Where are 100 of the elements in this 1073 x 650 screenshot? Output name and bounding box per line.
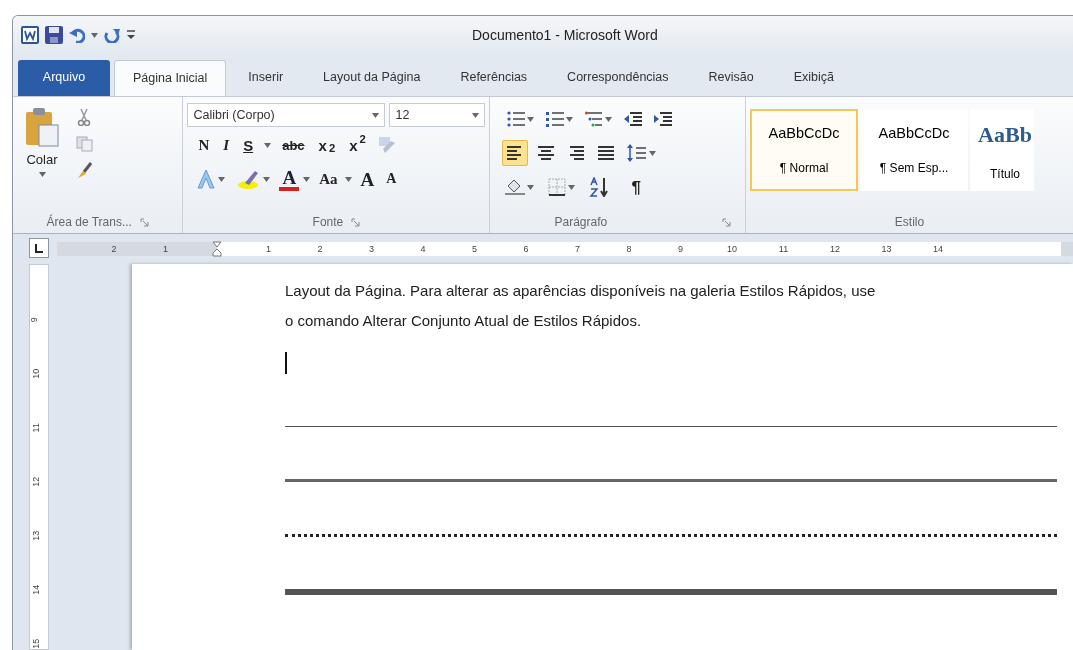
scissors-icon <box>76 108 92 126</box>
ruler-number: 1 <box>266 243 271 256</box>
group-label: Área de Trans... <box>46 213 132 231</box>
sort-icon <box>589 177 610 197</box>
ribbon-tab[interactable]: Revisão <box>690 60 772 96</box>
caret-icon <box>605 116 613 122</box>
ruler-number: 6 <box>523 243 529 256</box>
show-marks-button[interactable]: ¶ <box>628 177 644 197</box>
style-gallery-item[interactable]: AaBbCcDc ¶ Sem Esp... <box>860 109 969 191</box>
caret-icon <box>649 150 657 156</box>
word-logo-icon <box>21 26 39 44</box>
ribbon-tab[interactable]: Exibiçã <box>775 60 853 96</box>
align-right-icon <box>568 145 585 161</box>
ruler-number: 11 <box>29 423 42 433</box>
ruler-number: 4 <box>420 243 426 256</box>
ruler-number: 9 <box>27 317 40 323</box>
indent-marker-icon[interactable] <box>212 241 222 257</box>
ruler-number: 1 <box>163 243 168 256</box>
paint-bucket-icon <box>505 178 526 196</box>
font-color-button[interactable]: A <box>279 167 300 191</box>
caret-icon <box>303 176 311 182</box>
dialog-launcher-icon[interactable] <box>722 217 732 227</box>
ruler-number: 5 <box>472 243 477 256</box>
ruler-number: 7 <box>575 243 580 256</box>
underline-button[interactable]: S <box>240 136 257 154</box>
caret-icon <box>38 172 46 177</box>
borders-grid-icon <box>548 178 567 196</box>
window-title: Documento1 - Microsoft Word <box>472 25 658 45</box>
copy-icon <box>76 136 94 152</box>
ruler-number: 15 <box>30 638 43 649</box>
ruler-number: 13 <box>881 243 892 256</box>
font-size-field[interactable]: 12 <box>389 103 486 127</box>
multilevel-list-icon <box>585 110 604 128</box>
grow-font-button[interactable]: A <box>357 168 378 190</box>
tab-stop-icon <box>34 243 44 253</box>
undo-icon[interactable] <box>69 27 85 43</box>
letter-glow-icon <box>196 169 217 189</box>
caret-icon <box>527 184 535 190</box>
caret-icon <box>568 184 576 190</box>
dialog-launcher-icon[interactable] <box>351 217 361 227</box>
caret-icon <box>372 112 380 118</box>
numbered-list-icon <box>546 110 565 128</box>
font-name-field[interactable]: Calibri (Corpo) <box>187 103 386 127</box>
document-paragraph: Layout da Página. Para alterar as aparências disponíveis na galeria Estilos Rápidos, use o comando Alterar Conjunto Atual de Estilos Rápidos. <box>285 281 877 331</box>
caret-icon <box>91 32 98 38</box>
shrink-font-button[interactable]: A <box>383 171 400 187</box>
ribbon-tab[interactable]: Correspondências <box>549 60 687 96</box>
ruler-number: 9 <box>678 243 683 256</box>
group-label: Estilo <box>894 214 925 231</box>
caret-icon <box>218 176 226 182</box>
ribbon-tab[interactable]: Inserir <box>230 60 302 96</box>
paste-button[interactable]: Colar <box>17 103 67 211</box>
ruler-number: 11 <box>778 243 789 256</box>
save-icon[interactable] <box>45 26 63 44</box>
subscript-button[interactable]: x$_{2}$ <box>315 136 339 154</box>
brush-icon <box>76 162 94 180</box>
caret-icon <box>344 176 352 182</box>
ribbon-tab[interactable]: Página Inicial <box>114 60 227 96</box>
change-case-button[interactable]: Aa <box>316 170 341 188</box>
caret-icon <box>472 112 480 118</box>
redo-icon[interactable] <box>104 27 120 43</box>
file-tab[interactable]: Arquivo <box>18 60 110 96</box>
ribbon-tab[interactable]: Layout da Página <box>305 60 439 96</box>
ruler-number: 10 <box>727 243 737 256</box>
indent-icon <box>654 111 673 127</box>
bold-button[interactable]: N <box>195 136 213 154</box>
align-left-icon <box>507 145 524 161</box>
ribbon-tab[interactable]: Referências <box>442 60 546 96</box>
ruler-number: 14 <box>30 584 43 595</box>
group-label: Fonte <box>312 214 344 231</box>
text-cursor <box>285 352 287 374</box>
style-gallery-item[interactable]: AaBbCcDc ¶ Normal <box>750 109 859 191</box>
line-spacing-icon <box>627 144 648 162</box>
align-center-icon <box>538 145 555 161</box>
ruler-number: 12 <box>830 243 840 256</box>
caret-icon <box>527 116 535 122</box>
superscript-button[interactable]: x$^{2}$ <box>346 136 369 154</box>
caret-icon <box>263 176 271 182</box>
customize-menu-icon[interactable] <box>126 29 136 41</box>
ruler-number: 12 <box>30 476 43 487</box>
ruler-number: 13 <box>30 530 43 541</box>
tab-selector[interactable] <box>29 238 49 258</box>
dialog-launcher-icon[interactable] <box>139 217 149 227</box>
ruler-number: 10 <box>30 368 43 379</box>
align-justify-icon <box>598 145 615 161</box>
ruler-number: 8 <box>626 243 632 256</box>
strikethrough-button[interactable]: abc <box>279 137 308 153</box>
caret-icon <box>264 142 272 148</box>
caret-icon <box>566 116 574 122</box>
group-label: Parágrafo <box>554 214 608 231</box>
ruler-number: 14 <box>933 243 943 256</box>
align-left-button[interactable] <box>502 140 529 166</box>
ruler-number: 3 <box>369 243 374 256</box>
ruler-number: 2 <box>317 243 323 256</box>
outdent-icon <box>624 111 643 127</box>
style-gallery-item[interactable]: AaBb Título <box>970 109 1034 191</box>
clipboard-icon <box>25 107 59 147</box>
bullet-list-icon <box>507 110 526 128</box>
italic-button[interactable]: I <box>220 136 233 154</box>
ruler-number: 2 <box>111 243 117 256</box>
